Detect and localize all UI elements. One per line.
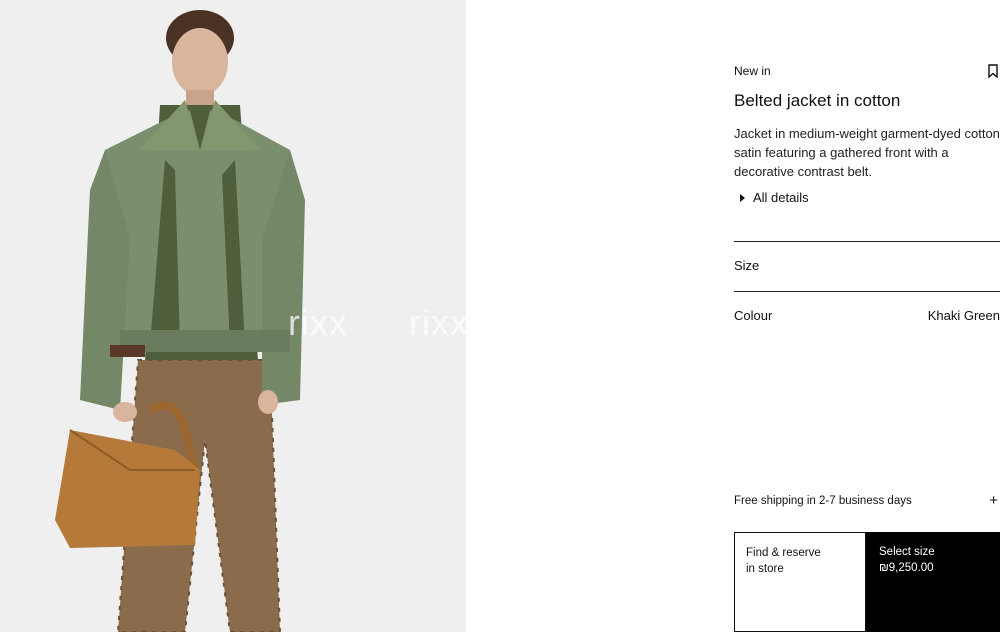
colour-row[interactable]: Colour Khaki Green <box>734 308 1000 323</box>
bookmark-icon[interactable] <box>988 64 998 78</box>
price: ₪9,250.00 <box>879 562 934 574</box>
triangle-right-icon <box>740 193 745 202</box>
shipping-info-toggle[interactable]: Free shipping in 2-7 business days + <box>734 492 1000 509</box>
divider <box>734 291 1000 292</box>
shipping-label: Free shipping in 2-7 business days <box>734 494 912 507</box>
product-description: Jacket in medium-weight garment-dyed cot… <box>734 126 1000 179</box>
select-size-button[interactable]: Select size ₪9,250.00 <box>866 532 1000 632</box>
all-details-label: All details <box>753 190 809 205</box>
size-label: Size <box>734 258 760 273</box>
plus-icon: + <box>989 492 998 509</box>
find-store-line1: Find & reserve <box>746 547 821 559</box>
select-size-label: Select size <box>879 546 935 558</box>
watermark-text: rixx <box>288 302 348 343</box>
model-illustration <box>0 0 466 632</box>
all-details-toggle[interactable]: All details <box>740 190 809 205</box>
product-image[interactable]: rixx rixx <box>0 0 466 632</box>
find-reserve-store-button[interactable]: Find & reserve in store <box>734 532 866 632</box>
watermark-text: rixx <box>409 302 466 343</box>
product-title: Belted jacket in cotton <box>734 91 901 110</box>
size-selector[interactable]: Size <box>734 258 759 273</box>
find-store-line2: in store <box>746 563 784 575</box>
divider <box>734 241 1000 242</box>
colour-label: Colour <box>734 308 773 323</box>
new-in-badge: New in <box>734 64 771 78</box>
colour-value: Khaki Green <box>927 308 1000 323</box>
